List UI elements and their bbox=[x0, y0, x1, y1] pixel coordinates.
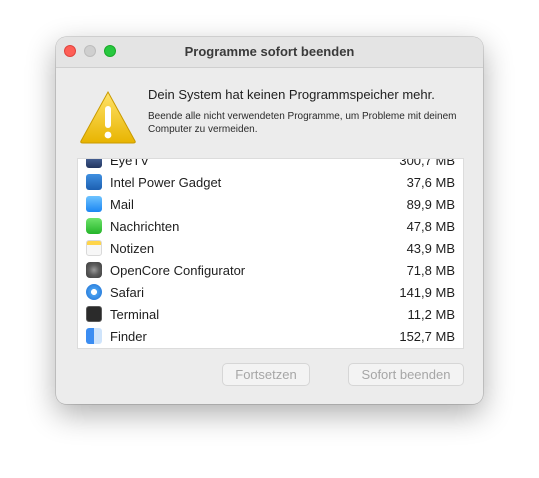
app-memory-size: 43,9 MB bbox=[406, 241, 455, 256]
app-memory-size: 71,8 MB bbox=[406, 263, 455, 278]
app-name: EyeTV bbox=[110, 158, 150, 168]
terminal-icon bbox=[86, 306, 102, 322]
alert-headline: Dein System hat keinen Programmspeicher … bbox=[148, 87, 435, 102]
app-memory-size: 47,8 MB bbox=[406, 219, 455, 234]
app-name: Terminal bbox=[110, 307, 160, 322]
app-row[interactable]: Nachrichten 47,8 MB bbox=[78, 215, 463, 237]
app-memory-size: 89,9 MB bbox=[406, 197, 455, 212]
app-list[interactable]: EyeTV 300,7 MB Intel Power Gadget 37,6 MB Ma… bbox=[77, 158, 464, 349]
app-name: OpenCore Configurator bbox=[110, 263, 246, 278]
warning-icon bbox=[80, 90, 136, 144]
app-row[interactable]: Mail 89,9 MB bbox=[78, 193, 463, 215]
title-bar: Programme sofort beenden bbox=[56, 37, 483, 68]
app-memory-size: 11,2 MB bbox=[407, 307, 455, 322]
app-row[interactable]: EyeTV 300,7 MB bbox=[78, 158, 463, 171]
app-name: Intel Power Gadget bbox=[110, 175, 222, 190]
mail-icon bbox=[86, 196, 102, 212]
app-row[interactable]: Safari 141,9 MB bbox=[78, 281, 463, 303]
window-title: Programme sofort beenden bbox=[184, 44, 355, 59]
app-name: Mail bbox=[110, 197, 134, 212]
power-gadget-icon bbox=[86, 174, 102, 190]
eyetv-icon bbox=[86, 159, 102, 168]
app-memory-size: 300,7 MB bbox=[399, 158, 455, 168]
alert-info-text: Beende alle nicht verwendeten Programme,… bbox=[148, 111, 457, 135]
app-name: Finder bbox=[110, 329, 147, 344]
app-row[interactable]: OpenCore Configurator 71,8 MB bbox=[78, 259, 463, 281]
opencore-icon bbox=[86, 262, 102, 278]
app-memory-size: 37,6 MB bbox=[406, 175, 455, 190]
notes-icon bbox=[86, 240, 102, 256]
app-memory-size: 141,9 MB bbox=[399, 285, 455, 300]
force-quit-button[interactable]: Sofort beenden bbox=[348, 363, 464, 386]
app-row[interactable]: Finder 152,7 MB bbox=[78, 325, 463, 347]
app-memory-size: 152,7 MB bbox=[399, 329, 455, 344]
app-name: Nachrichten bbox=[110, 219, 180, 234]
force-quit-window: Programme sofort beenden Dein System hat… bbox=[56, 37, 483, 404]
app-row[interactable]: Intel Power Gadget 37,6 MB bbox=[78, 171, 463, 193]
continue-button[interactable]: Fortsetzen bbox=[222, 363, 310, 386]
finder-icon bbox=[86, 328, 102, 344]
app-row[interactable]: Terminal 11,2 MB bbox=[78, 303, 463, 325]
app-row[interactable]: Notizen 43,9 MB bbox=[78, 237, 463, 259]
app-name: Notizen bbox=[110, 241, 155, 256]
safari-icon bbox=[86, 284, 102, 300]
messages-icon bbox=[86, 218, 102, 234]
app-name: Safari bbox=[110, 285, 144, 300]
